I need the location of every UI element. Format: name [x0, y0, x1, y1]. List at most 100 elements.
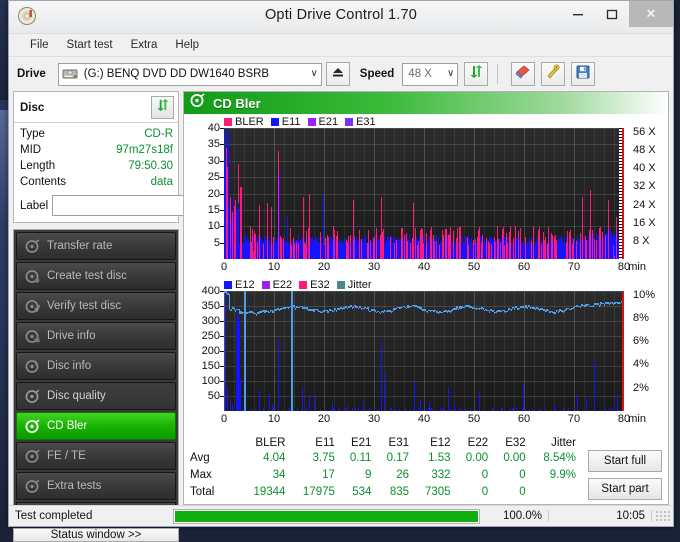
legend-item-jitter: Jitter [337, 279, 372, 291]
save-button[interactable] [571, 62, 595, 86]
cell: 0 [457, 467, 495, 484]
disc-refresh-button[interactable] [151, 96, 174, 119]
y-tick-label: 20 [208, 188, 220, 200]
grid-line-minor [584, 291, 585, 411]
sidebar-item-verify-test-disc[interactable]: Verify test disc [16, 292, 176, 320]
speed-select[interactable]: 48 X ∨ [402, 63, 458, 86]
menu-file[interactable]: File [21, 37, 58, 53]
cell: 0 [457, 483, 495, 500]
start-part-button[interactable]: Start part [588, 478, 662, 500]
data-bar [609, 408, 610, 411]
y2-tick-label: 10% [633, 289, 655, 301]
cell: 17975 [291, 483, 340, 500]
jitter-trace [519, 308, 520, 310]
data-bar [502, 408, 503, 411]
progress-fill [175, 511, 478, 522]
menu-help[interactable]: Help [166, 37, 208, 53]
jitter-trace [406, 308, 407, 310]
data-spike [448, 388, 449, 411]
legend-label: E31 [356, 116, 376, 128]
sidebar-item-disc-info[interactable]: i Disc info [16, 352, 176, 380]
disc-row-value: data [151, 174, 173, 190]
tools-button[interactable] [541, 62, 565, 86]
data-bar [320, 409, 321, 411]
data-spike [315, 397, 316, 411]
sidebar-item-create-test-disc[interactable]: Create test disc [16, 262, 176, 290]
y2-tick-label: 8% [633, 312, 649, 324]
data-bar [451, 409, 452, 411]
sidebar-item-extra-tests[interactable]: Extra tests [16, 472, 176, 500]
data-bar [445, 410, 446, 411]
erase-button[interactable] [511, 62, 535, 86]
sidebar-item-drive-info[interactable]: Drive info [16, 322, 176, 350]
resize-grip[interactable] [655, 510, 671, 522]
cell [532, 483, 582, 500]
data-bar [422, 409, 423, 411]
disc-row-value: CD-R [144, 126, 173, 142]
start-full-button[interactable]: Start full [588, 450, 662, 472]
grid-line-minor [424, 128, 425, 259]
data-spike [381, 197, 382, 259]
data-spike [594, 359, 595, 412]
data-spike [271, 207, 272, 259]
row-header: Total [188, 483, 242, 500]
sidebar-item-label: Extra tests [47, 480, 101, 492]
chart2-x-axis: 01020304050607080min [224, 413, 624, 429]
data-spike [413, 203, 414, 259]
svg-text:i: i [35, 359, 37, 367]
main-content: Disc Type CD-R [9, 91, 673, 505]
data-bar [275, 409, 276, 411]
disc-row-key: Length [20, 158, 55, 174]
cd-bler-chart: BLER E11 E21 E31 [184, 116, 668, 279]
minimize-button[interactable] [561, 1, 595, 27]
menu-extra[interactable]: Extra [122, 37, 167, 53]
column-header: Jitter [532, 436, 582, 450]
eject-button[interactable] [326, 62, 350, 86]
disc-label-caption: Label [20, 200, 48, 212]
legend-label: BLER [235, 116, 264, 128]
data-bar [470, 408, 471, 411]
x-tick-label: 60 [518, 413, 530, 425]
sidebar-item-label: Create test disc [47, 270, 127, 282]
results-panel: CD Bler BLER E11 [183, 91, 669, 505]
table-row: Max 34 17 9 26 332 0 0 9.9% [188, 467, 582, 484]
cd-bler-icon [190, 93, 205, 113]
data-bar [232, 405, 233, 411]
sidebar-item-label: Drive info [47, 330, 96, 342]
progress-percent: 100.0% [484, 510, 549, 522]
data-bar [273, 408, 274, 411]
grid-line-minor [444, 291, 445, 411]
data-spike [381, 342, 382, 411]
sidebar-item-fe-te[interactable]: FE / TE [16, 442, 176, 470]
refresh-button[interactable] [464, 62, 488, 86]
sidebar-item-cd-bler[interactable]: CD Bler [16, 412, 176, 440]
data-bar [306, 408, 307, 411]
chart2-legend: E12 E22 E32 Jitter [224, 279, 375, 291]
data-spike [309, 395, 310, 411]
row-header: Avg [188, 450, 242, 467]
y2-tick-label: 48 X [633, 144, 656, 156]
sidebar-item-transfer-rate[interactable]: Transfer rate [16, 232, 176, 260]
menu-start-test[interactable]: Start test [58, 37, 122, 53]
data-spike [240, 378, 241, 411]
data-bar [467, 410, 468, 411]
chart1-y-axis: 510152025303540 [184, 128, 222, 259]
jitter-trace [555, 312, 556, 314]
cell: 26 [377, 467, 415, 484]
legend-item-e32: E32 [299, 279, 330, 291]
statistics-section: BLER E11 E21 E31 E12 E22 E32 Jitter Avg [184, 432, 668, 504]
disc-label-row: Label [14, 192, 178, 222]
speed-label: Speed [360, 68, 395, 80]
sidebar-item-disc-quality[interactable]: Disc quality [16, 382, 176, 410]
chevron-down-icon: ∨ [447, 68, 454, 79]
data-bar [555, 409, 556, 411]
jitter-trace [464, 307, 465, 309]
drive-select[interactable]: (G:) BENQ DVD DD DW1640 BSRB ∨ [58, 63, 322, 86]
maximize-button[interactable] [595, 1, 629, 27]
data-spike [309, 194, 310, 260]
cell: 0.00 [494, 450, 532, 467]
sidebar-item-label: Transfer rate [47, 240, 112, 252]
close-button[interactable]: ✕ [629, 1, 673, 27]
data-spike [586, 398, 587, 411]
status-window-button[interactable]: Status window >> [13, 528, 179, 542]
